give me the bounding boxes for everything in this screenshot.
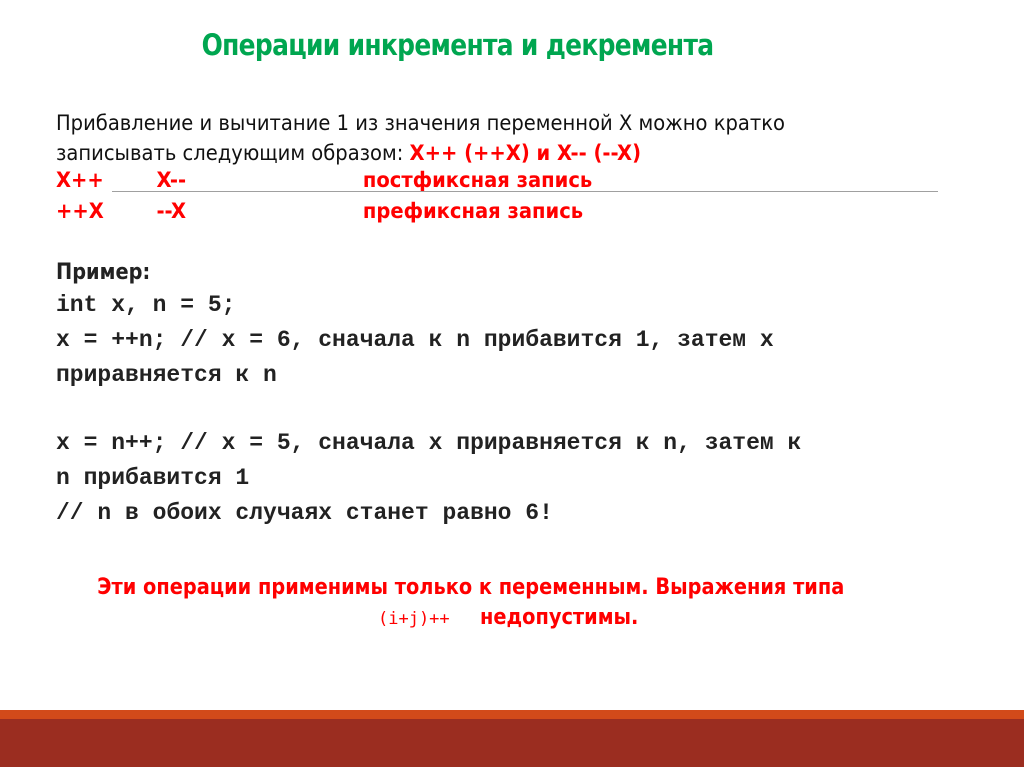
note-line-2-text: недопустимы. [479, 605, 639, 630]
prefix-inc: ++X [56, 199, 104, 223]
slide: Операции инкремента и декремента Прибавл… [0, 0, 1024, 767]
note-code: (i+j)++ [378, 609, 450, 629]
code-line: x = n++; // x = 5, сначала x приравняетс… [56, 430, 802, 456]
postfix-inc: X++ [56, 168, 104, 192]
intro-line-2: записывать следующим образом: X++ (++X) … [56, 138, 785, 168]
intro-line-1: Прибавление и вычитание 1 из значения пе… [56, 111, 786, 135]
footer-stripe [0, 710, 1024, 719]
note-line-2: (i+j)++ недопустимы. [378, 605, 660, 630]
prefix-dec: --X [156, 199, 187, 223]
example-label: Пример: [56, 260, 151, 285]
intro-highlight: X++ (++X) и X-- (--X) [409, 141, 642, 165]
prefix-label: префиксная запись [362, 199, 584, 223]
code-line: // n в обоих случаях станет равно 6! [56, 500, 553, 526]
intro-line-2-prefix: записывать следующим образом: [56, 141, 410, 165]
footer-band [0, 719, 1024, 767]
postfix-dec: X-- [156, 168, 187, 192]
note-line-1: Эти операции применимы только к переменн… [97, 575, 845, 600]
slide-title: Операции инкремента и декремента [201, 28, 714, 62]
code-line: приравняется к n [56, 362, 277, 388]
code-line: n прибавится 1 [56, 465, 250, 491]
divider-line [112, 191, 938, 192]
postfix-label: постфиксная запись [362, 168, 593, 192]
intro-text: Прибавление и вычитание 1 из значения пе… [56, 108, 785, 168]
code-line: x = ++n; // x = 6, сначала к n прибавитс… [56, 327, 774, 353]
code-line: int x, n = 5; [56, 292, 236, 318]
